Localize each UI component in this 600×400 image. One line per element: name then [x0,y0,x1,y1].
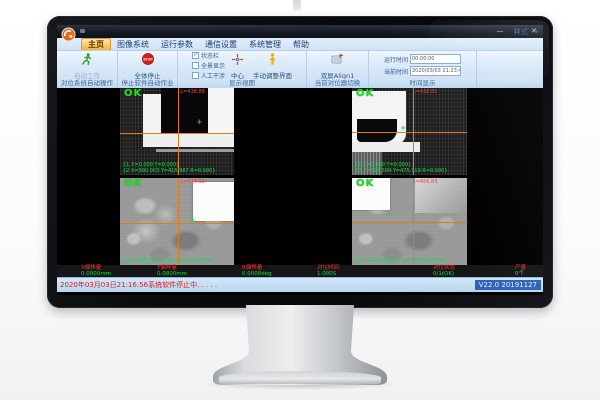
metric-y-offset: Y偏移量 0.0000mm [157,265,187,277]
dual-align-button[interactable]: 双屏Align1 [318,50,357,80]
group-display-view: ✓ 状态栏 全景显示 人工干涉 [178,51,307,79]
camera-view-4: + OK L=456.83 {2 X=425.099 Y=160.056 R=0… [352,178,467,265]
metrics-strip: X偏移量 0.0000mm Y偏移量 0.0000mm R偏移量 0.0000d… [57,265,543,277]
wall-mark [293,0,301,11]
style-dropdown[interactable]: 样式 · ▾ [514,27,538,37]
checkbox-icon [192,62,199,69]
caption-aligner-switch: 当前对位器切换 [307,79,369,88]
camera-measure: L=432.81 [413,89,437,95]
checkbox-label: 全景显示 [201,61,225,70]
tab-comm-settings[interactable]: 通信设置 [199,39,243,50]
caption-time-display: 时间显示 [369,79,477,88]
screen: — ▫ ✕ 主页 图像系统 运行参数 通信设置 系统 [57,25,543,295]
caption-auto-operation: 对位系统自动操作 [57,79,118,88]
stop-all-button[interactable]: STOP 全体停止 [132,50,164,80]
minimize-button[interactable]: — [495,26,505,36]
crosshair-icon [232,50,243,69]
camera-coords-2: {2 X=594.599 Y=475.919 R=0.000} [355,168,448,174]
camera-coords: {2 X=505.003 Y=477.551 R=0.000} [123,258,216,264]
current-time-field[interactable]: 2020/03/03 21:23:42 [410,66,461,76]
camera-status: OK [356,88,374,99]
align-mark: + [190,217,196,224]
tab-image-system[interactable]: 图像系统 [111,39,155,50]
checkbox-icon [192,72,199,79]
caption-stop: 停止软件自动作业 [118,79,178,88]
camera-measure: L=470.32 [180,179,204,185]
metric-output: 产量 0个 [515,265,526,277]
camera-view-1: + OK L=438.86 {1 X=0.000 Y=0.000} {2 X=5… [120,88,234,175]
stop-icon: STOP [142,50,154,69]
metric-align-status: 对位状态 0/1(OK) [433,265,455,277]
run-time-label: 运行时间 [384,55,408,64]
view-checkboxes: ✓ 状态栏 全景显示 人工干涉 [189,51,225,80]
camera-status: OK [124,88,142,99]
status-bar: 2020年03月03日21:16:56系统软件停止中. . . . . V22.… [57,277,543,292]
align-monitor-icon [331,50,344,69]
camera-status: OK [356,178,374,189]
checkbox-panorama[interactable]: 全景显示 [192,61,225,70]
group-time-display: 运行时间 00:00:00 当前时间 2020/03/03 21:23:42 [369,51,477,79]
camera-view-3: + OK L=470.32 {2 X=505.003 Y=477.551 R=0… [120,178,234,265]
caption-filler [477,79,543,88]
manual-adjust-button[interactable]: 手动调整界面 [250,50,295,80]
align-mark: + [196,119,202,126]
group-stop: STOP 全体停止 [118,51,178,79]
camera-measure: L=456.83 [413,179,437,185]
camera-coords: {2 X=425.099 Y=160.056 R=0.000} [355,258,448,264]
monitor-stand [213,305,387,391]
camera-measure: L=438.86 [180,89,204,95]
checkbox-status-bar[interactable]: ✓ 状态栏 [192,51,225,60]
metric-align-time: 对位时间 1.000S [317,265,339,277]
caption-display-view: 显示视图 [178,79,307,88]
svg-text:STOP: STOP [143,58,153,62]
running-man-icon [81,50,93,69]
camera-grid: + OK L=438.86 {1 X=0.000 Y=0.000} {2 X=5… [57,88,543,265]
screen-bottom-fill [57,292,543,295]
app-logo-icon[interactable] [61,27,76,42]
align-mark: + [387,211,393,218]
checkbox-label: 状态栏 [201,51,219,60]
scene: — ▫ ✕ 主页 图像系统 运行参数 通信设置 系统 [0,0,600,400]
metric-r-offset: R偏移量 0.0000deg [242,265,272,277]
ribbon: 自动工作 STOP 全体停止 [57,51,543,79]
monitor-bezel: — ▫ ✕ 主页 图像系统 运行参数 通信设置 系统 [47,16,553,308]
group-auto-operation: 自动工作 [57,51,118,79]
align-mark: + [400,125,406,132]
camera-coords-2: {2 X=500.003 Y=415.987 R=0.000} [123,168,216,174]
titlebar: — ▫ ✕ [57,25,543,38]
camera-status: OK [124,178,142,189]
person-icon [267,50,278,69]
current-time-label: 当前时间 [384,67,408,76]
tab-system-mgmt[interactable]: 系统管理 [243,39,287,50]
metric-x-offset: X偏移量 0.0000mm [81,265,111,277]
version-badge: V22.0 20191127 [475,280,541,290]
ribbon-filler [477,51,543,79]
tab-help[interactable]: 帮助 [287,39,315,50]
tab-run-params[interactable]: 运行参数 [155,39,199,50]
run-time-field[interactable]: 00:00:00 [410,54,461,64]
ribbon-group-captions: 对位系统自动操作 停止软件自动作业 显示视图 当前对位器切换 时间显示 [57,79,543,88]
group-aligner-switch: 双屏Align1 [307,51,369,79]
center-button[interactable]: 中心 [228,50,247,80]
checkbox-icon: ✓ [192,52,199,59]
auto-work-button[interactable]: 自动工作 [71,50,103,80]
camera-view-2: + OK L=432.81 {1 X=0.000 Y=0.000} {2 X=5… [352,88,467,175]
status-message: 2020年03月03日21:16:56系统软件停止中. . . . . [57,280,217,290]
ribbon-tab-bar: 主页 图像系统 运行参数 通信设置 系统管理 帮助 [57,38,543,51]
tab-home[interactable]: 主页 [81,38,111,50]
quick-access-icon[interactable] [80,29,85,33]
